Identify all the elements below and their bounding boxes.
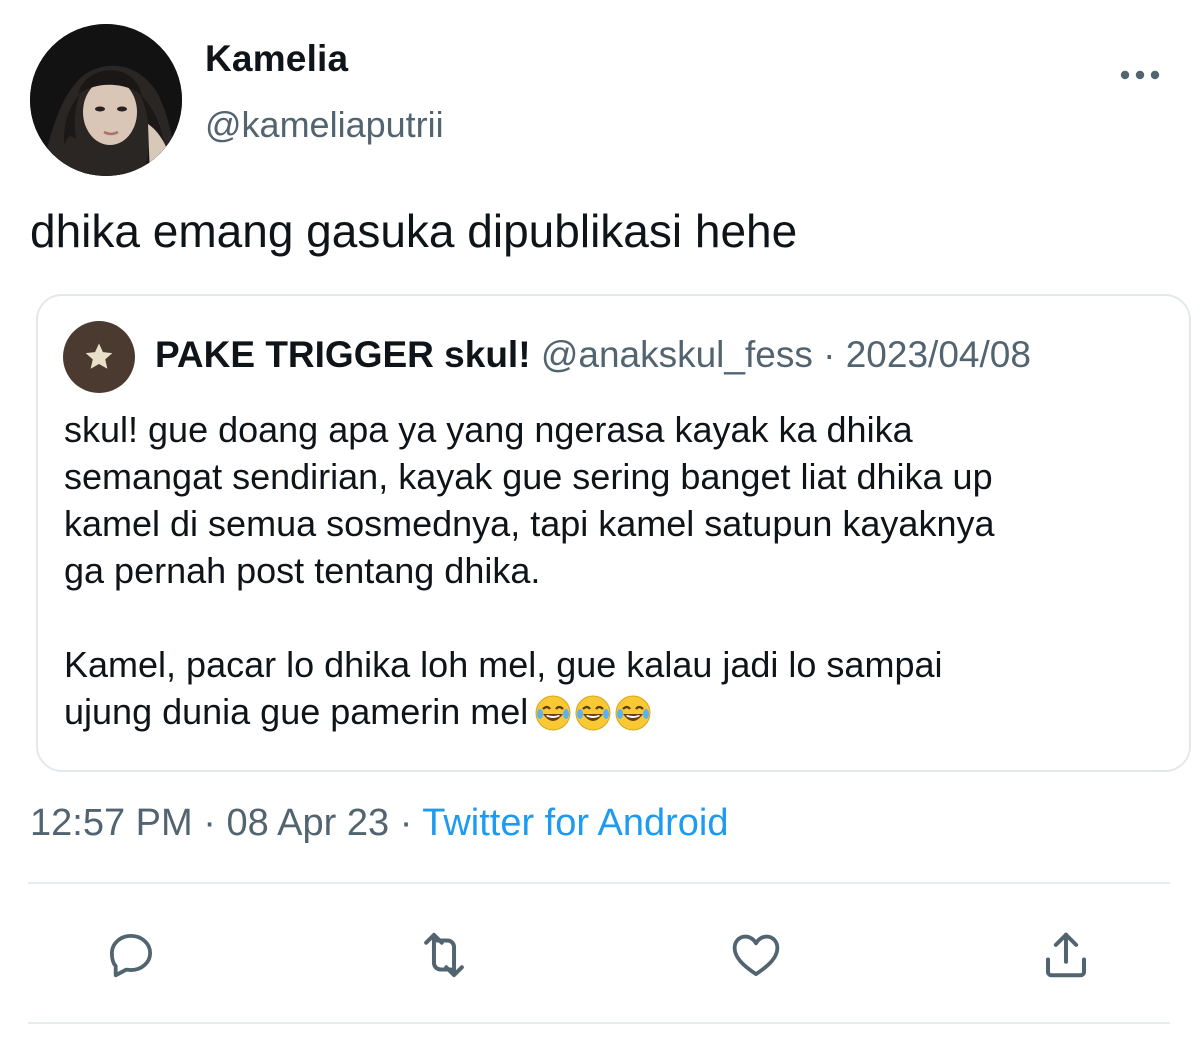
quote-body-text: skul! gue doang apa ya yang ngerasa kaya… [64, 409, 995, 732]
tweet-detail-view: Kamelia @kameliaputrii dhika emang gasuk… [0, 0, 1200, 1041]
star-icon [85, 343, 113, 369]
retweet-button[interactable] [414, 925, 474, 985]
reply-icon [109, 933, 153, 978]
quote-author-name: PAKE TRIGGER skul! [155, 334, 531, 375]
quote-date: 2023/04/08 [845, 334, 1031, 375]
author-handle[interactable]: @kameliaputrii [205, 104, 444, 146]
meta-separator: · [203, 802, 216, 844]
avatar[interactable] [30, 24, 182, 176]
emoji-row [534, 694, 652, 732]
tweet-source-link[interactable]: Twitter for Android [422, 802, 728, 844]
retweet-icon [424, 932, 464, 978]
like-button[interactable] [726, 925, 786, 985]
quote-author-handle: @anakskul_fess [540, 334, 813, 375]
share-icon [1045, 932, 1087, 978]
author-name[interactable]: Kamelia [205, 38, 348, 80]
more-dots-icon [1120, 70, 1160, 80]
divider [28, 1022, 1170, 1024]
share-button[interactable] [1036, 925, 1096, 985]
quote-header: PAKE TRIGGER skul! @anakskul_fess · 2023… [155, 334, 1031, 376]
heart-icon [732, 934, 780, 977]
tweet-meta: 12:57 PM · 08 Apr 23 · Twitter for Andro… [30, 802, 728, 845]
tweet-date: 08 Apr 23 [226, 802, 390, 844]
tweet-text: dhika emang gasuka dipublikasi hehe [30, 205, 798, 257]
face-with-tears-of-joy-icon [535, 695, 571, 731]
face-with-tears-of-joy-icon [615, 695, 651, 731]
more-options-button[interactable] [1110, 58, 1170, 92]
quote-separator: · [823, 334, 836, 375]
divider [28, 882, 1170, 884]
tweet-time: 12:57 PM [30, 802, 193, 844]
face-with-tears-of-joy-icon [575, 695, 611, 731]
quoted-tweet-card[interactable]: PAKE TRIGGER skul! @anakskul_fess · 2023… [36, 294, 1191, 772]
quote-avatar[interactable] [63, 321, 135, 393]
quote-body: skul! gue doang apa ya yang ngerasa kaya… [64, 406, 1169, 735]
meta-separator: · [399, 802, 413, 844]
reply-button[interactable] [101, 925, 161, 985]
avatar-photo [30, 24, 182, 176]
